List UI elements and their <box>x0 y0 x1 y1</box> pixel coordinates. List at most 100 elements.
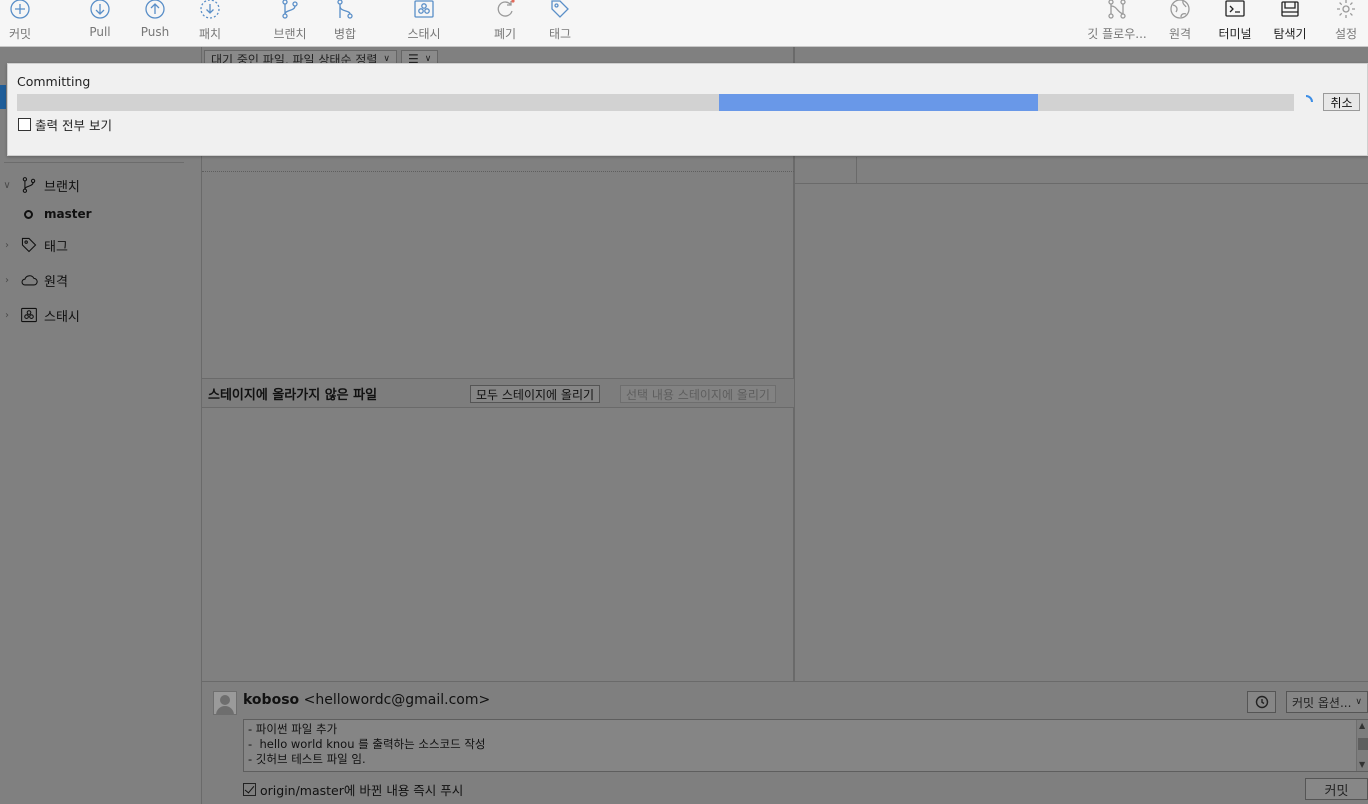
push-immediately-option[interactable]: origin/master에 바뀐 내용 즉시 푸시 <box>243 780 463 799</box>
show-all-output-option[interactable]: 출력 전부 보기 <box>18 115 112 134</box>
settings-label: 설정 <box>1334 27 1358 41</box>
sidebar-item-label: 스태시 <box>44 309 80 325</box>
push-label: Push <box>140 25 170 39</box>
diff-header-divider <box>856 157 857 183</box>
show-all-output-checkbox[interactable] <box>18 118 31 131</box>
stash-label: 스태시 <box>407 27 441 41</box>
unstaged-files-pane <box>202 408 794 681</box>
gear-icon <box>1334 0 1358 21</box>
sidebar-item-label: 태그 <box>44 239 68 255</box>
terminal-icon <box>1223 0 1247 21</box>
remote-label: 원격 <box>1168 27 1192 41</box>
unstaged-files-title: 스테이지에 올라가지 않은 파일 <box>208 387 378 403</box>
sidebar-selection-indicator <box>0 85 6 109</box>
discard-label: 폐기 <box>493 27 517 41</box>
patch-button[interactable]: 패치 <box>194 0 226 44</box>
commit-toolbar-button[interactable]: 커밋 <box>4 0 36 44</box>
branch-icon <box>18 175 40 195</box>
unstaged-files-header: 스테이지에 올라가지 않은 파일 모두 스테이지에 올리기 선택 내용 스테이지… <box>202 378 794 408</box>
commit-progress-dialog: Committing 취소 출력 전부 보기 <box>7 63 1368 156</box>
branch-label: 브랜치 <box>273 27 307 41</box>
sidebar-item-tags[interactable]: › 태그 <box>0 232 68 258</box>
pull-button[interactable]: Pull <box>84 0 116 44</box>
progress-title: Committing <box>17 74 91 89</box>
commit-message-scrollbar[interactable]: ▲ ▼ <box>1356 720 1368 771</box>
tag-icon <box>548 0 572 21</box>
push-immediately-label: origin/master에 바뀐 내용 즉시 푸시 <box>260 783 464 798</box>
sidebar-divider <box>4 162 184 163</box>
show-all-output-label: 출력 전부 보기 <box>35 118 112 133</box>
explorer-label: 탐색기 <box>1273 27 1307 41</box>
tag-icon <box>18 235 40 255</box>
arrow-down-circle-icon <box>88 0 112 21</box>
diff-header-line <box>794 183 1368 184</box>
remote-button[interactable]: 원격 <box>1164 0 1196 44</box>
scroll-up-icon[interactable]: ▲ <box>1359 721 1365 730</box>
scroll-down-icon[interactable]: ▼ <box>1359 760 1365 769</box>
commit-options-dropdown[interactable]: 커밋 옵션... ∨ <box>1286 691 1368 713</box>
stash-button[interactable]: 스태시 <box>404 0 444 44</box>
commit-message-input[interactable]: - 파이썬 파일 추가 - hello world knou 를 출력하는 소스… <box>243 719 1368 772</box>
sidebar-item-stashes[interactable]: › 스태시 <box>0 302 80 328</box>
chevron-right-icon: › <box>5 309 9 321</box>
commit-author: koboso <hellowordc@gmail.com> <box>243 692 490 708</box>
chevron-right-icon: › <box>5 239 9 251</box>
commit-button[interactable]: 커밋 <box>1305 778 1368 800</box>
commit-history-button[interactable] <box>1247 691 1276 713</box>
progress-bar-fill <box>719 94 1038 111</box>
sidebar-item-remotes[interactable]: › 원격 <box>0 267 68 293</box>
patch-icon <box>198 0 222 21</box>
discard-button[interactable]: 폐기 <box>489 0 521 44</box>
author-name: koboso <box>243 692 300 708</box>
clock-icon <box>1255 695 1269 709</box>
pull-label: Pull <box>89 25 111 39</box>
commit-toolbar-label: 커밋 <box>8 27 32 41</box>
author-email: <hellowordc@gmail.com> <box>303 692 491 708</box>
explorer-icon <box>1278 0 1302 21</box>
plus-circle-icon <box>8 0 32 21</box>
merge-label: 병합 <box>333 27 357 41</box>
chevron-down-icon: ∨ <box>1355 697 1363 707</box>
commit-message-line: - 깃허브 테스트 파일 임. <box>248 752 366 766</box>
stage-all-button[interactable]: 모두 스테이지에 올리기 <box>470 385 601 403</box>
tag-label: 태그 <box>548 27 572 41</box>
chevron-right-icon: › <box>5 274 9 286</box>
avatar <box>213 691 237 715</box>
discard-icon <box>493 0 517 21</box>
spinner-icon <box>1298 94 1314 110</box>
git-flow-button[interactable]: 깃 플로우... <box>1084 0 1150 44</box>
explorer-button[interactable]: 탐색기 <box>1270 0 1310 44</box>
stash-icon <box>18 305 40 325</box>
stage-selected-button[interactable]: 선택 내용 스테이지에 올리기 <box>620 385 776 403</box>
commit-options-label: 커밋 옵션... <box>1292 695 1352 710</box>
branch-icon <box>278 0 302 21</box>
commit-message-line: - hello world knou 를 출력하는 소스코드 작성 <box>248 737 486 751</box>
commit-message-line: - 파이썬 파일 추가 <box>248 722 338 736</box>
sidebar-item-label: 원격 <box>44 274 68 290</box>
branch-button[interactable]: 브랜치 <box>270 0 310 44</box>
terminal-label: 터미널 <box>1218 27 1252 41</box>
push-immediately-checkbox[interactable] <box>243 783 256 796</box>
push-button[interactable]: Push <box>137 0 173 44</box>
sidebar-item-branches[interactable]: ∨ 브랜치 <box>0 172 80 198</box>
settings-button[interactable]: 설정 <box>1330 0 1362 44</box>
scrollbar-thumb[interactable] <box>1358 738 1368 750</box>
cancel-button[interactable]: 취소 <box>1323 93 1360 111</box>
patch-label: 패치 <box>198 27 222 41</box>
globe-icon <box>1168 0 1192 21</box>
stash-icon <box>412 0 436 21</box>
arrow-up-circle-icon <box>143 0 167 21</box>
sidebar: ∨ 브랜치 master › 태그 › 원격 › 스태시 <box>0 47 202 804</box>
main-toolbar: 커밋 Pull Push 패치 브랜치 병합 스태시 폐기 태그 깃 플로우..… <box>0 0 1368 47</box>
merge-button[interactable]: 병합 <box>329 0 361 44</box>
chevron-down-icon: ∨ <box>3 179 11 191</box>
git-flow-label: 깃 플로우... <box>1087 27 1147 41</box>
merge-icon <box>333 0 357 21</box>
git-flow-icon <box>1105 0 1129 21</box>
terminal-button[interactable]: 터미널 <box>1215 0 1255 44</box>
cloud-icon <box>18 270 40 290</box>
branch-name: master <box>44 207 92 221</box>
tag-button[interactable]: 태그 <box>544 0 576 44</box>
current-branch-icon <box>24 209 33 219</box>
sidebar-item-branch-master[interactable]: master <box>24 201 92 227</box>
